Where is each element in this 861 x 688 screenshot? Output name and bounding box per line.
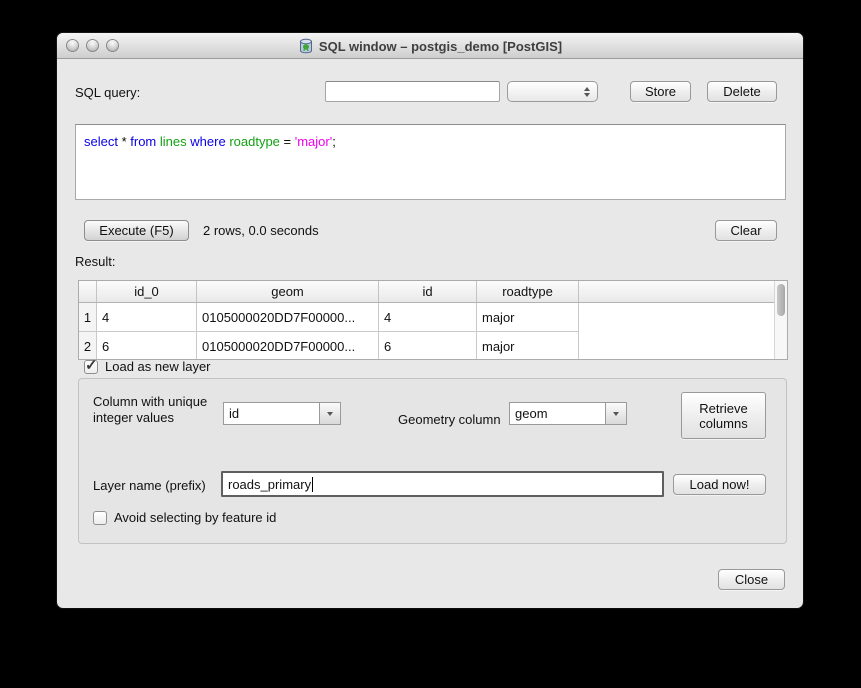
retrieve-columns-button[interactable]: Retrieve columns (681, 392, 766, 439)
query-name-input[interactable] (325, 81, 500, 102)
column-header-id_0[interactable]: id_0 (97, 281, 197, 302)
layer-name-label: Layer name (prefix) (93, 478, 206, 493)
postgis-database-icon (298, 38, 314, 54)
sql-token: roadtype (229, 134, 280, 149)
table-cell[interactable]: 0105000020DD7F00000... (197, 303, 379, 332)
sql-token: = (280, 134, 295, 149)
result-label: Result: (75, 254, 115, 269)
row-filler (579, 332, 787, 360)
load-as-new-layer-checkbox[interactable]: ✓ Load as new layer (84, 359, 211, 374)
result-table-header: id_0geomidroadtype (79, 281, 787, 303)
delete-button[interactable]: Delete (707, 81, 777, 102)
sql-token: * (118, 134, 130, 149)
stored-query-dropdown[interactable] (507, 81, 598, 102)
sql-editor[interactable]: select * from lines where roadtype = 'ma… (75, 124, 786, 200)
execute-button[interactable]: Execute (F5) (84, 220, 189, 241)
table-cell[interactable]: 4 (379, 303, 477, 332)
geometry-column-label: Geometry column (398, 412, 501, 427)
geometry-column-combobox[interactable]: geom (509, 402, 627, 425)
status-text: 2 rows, 0.0 seconds (203, 223, 319, 238)
column-header-id[interactable]: id (379, 281, 477, 302)
load-options-groupbox: Column with unique integer values id Geo… (78, 378, 787, 544)
sql-token: ; (332, 134, 336, 149)
unique-column-label-line1: Column with unique (93, 394, 207, 409)
sql-token: lines (160, 134, 187, 149)
sql-window: SQL window – postgis_demo [PostGIS] SQL … (57, 33, 803, 608)
column-header-geom[interactable]: geom (197, 281, 379, 302)
column-header-roadtype[interactable]: roadtype (477, 281, 579, 302)
unique-column-combobox[interactable]: id (223, 402, 341, 425)
table-cell[interactable]: 6 (379, 332, 477, 360)
text-caret (312, 477, 313, 492)
sql-token: 'major' (295, 134, 332, 149)
corner-header-cell[interactable] (79, 281, 97, 302)
combo-dropdown-button[interactable] (605, 403, 626, 424)
table-cell[interactable]: 0105000020DD7F00000... (197, 332, 379, 360)
title-bar[interactable]: SQL window – postgis_demo [PostGIS] (57, 33, 803, 59)
avoid-selecting-checkbox[interactable]: ✓ Avoid selecting by feature id (93, 510, 276, 525)
unique-column-label-line2: integer values (93, 410, 174, 425)
chevron-down-icon (613, 412, 619, 416)
sql-token: where (190, 134, 225, 149)
combo-dropdown-button[interactable] (319, 403, 340, 424)
dropdown-stepper-icon (584, 87, 590, 97)
close-button[interactable]: Close (718, 569, 785, 590)
table-row: 140105000020DD7F00000...4major (79, 303, 787, 332)
table-row: 260105000020DD7F00000...6major (79, 332, 787, 360)
sql-token: select (84, 134, 118, 149)
window-title: SQL window – postgis_demo [PostGIS] (319, 39, 562, 54)
checkbox-label: Avoid selecting by feature id (114, 510, 276, 525)
sql-token: from (130, 134, 156, 149)
table-cell[interactable]: major (477, 332, 579, 360)
sql-editor-line: select * from lines where roadtype = 'ma… (84, 134, 777, 149)
row-number[interactable]: 1 (79, 303, 97, 332)
result-table: id_0geomidroadtype 140105000020DD7F00000… (78, 280, 788, 360)
table-cell[interactable]: 6 (97, 332, 197, 360)
result-table-body: 140105000020DD7F00000...4major2601050000… (79, 303, 787, 360)
checkbox-box[interactable]: ✓ (84, 360, 98, 374)
header-filler (579, 281, 787, 302)
table-cell[interactable]: 4 (97, 303, 197, 332)
row-filler (579, 303, 787, 332)
chevron-down-icon (327, 412, 333, 416)
table-vertical-scrollbar[interactable] (774, 281, 787, 359)
store-button[interactable]: Store (630, 81, 691, 102)
sql-query-label: SQL query: (75, 85, 140, 100)
layer-name-input[interactable]: roads_primary (221, 471, 664, 497)
checkbox-label: Load as new layer (105, 359, 211, 374)
clear-button[interactable]: Clear (715, 220, 777, 241)
table-cell[interactable]: major (477, 303, 579, 332)
load-now-button[interactable]: Load now! (673, 474, 766, 495)
scrollbar-thumb[interactable] (777, 284, 785, 316)
checkbox-box[interactable]: ✓ (93, 511, 107, 525)
